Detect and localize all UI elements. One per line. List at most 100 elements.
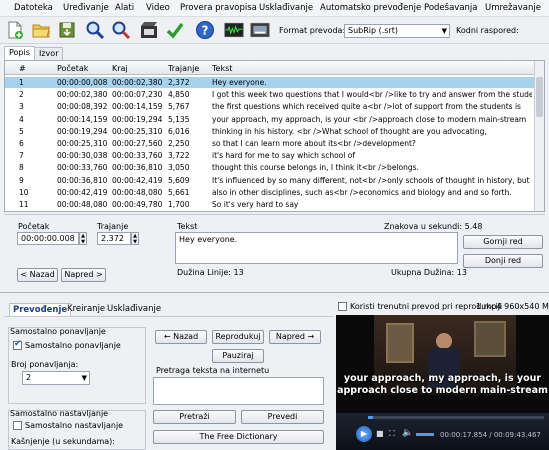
table-cell: 6,016 bbox=[168, 126, 190, 136]
waveform-icon[interactable] bbox=[222, 19, 246, 41]
lower-row-button[interactable]: Donji red bbox=[463, 254, 543, 268]
col-text[interactable]: Tekst bbox=[212, 64, 232, 73]
table-cell: 5,135 bbox=[168, 114, 190, 124]
menu-settings[interactable]: Podešavanja bbox=[424, 3, 477, 13]
use-current-checkbox[interactable] bbox=[338, 302, 347, 311]
new-file-icon[interactable] bbox=[4, 19, 26, 41]
grid-scrollbar[interactable] bbox=[534, 61, 544, 211]
web-search-label: Pretraga teksta na internetu bbox=[156, 366, 270, 375]
table-row[interactable]: 1 00:00:00,008 00:00:02,380 2,372 Hey everyo… bbox=[5, 77, 535, 88]
subtitle-grid[interactable]: # Početak Kraj Trajanje Tekst 1 00:00:00,… bbox=[4, 60, 545, 212]
start-label: Početak bbox=[18, 222, 50, 231]
table-cell: 00:00:19,294 bbox=[57, 126, 108, 136]
menu-tools[interactable]: Alati bbox=[115, 3, 134, 13]
table-cell: 00:00:42,419 bbox=[112, 175, 163, 185]
table-cell: So it's very hard to say bbox=[212, 200, 299, 209]
col-start[interactable]: Početak bbox=[57, 64, 88, 73]
repeat-count-label: Broj ponavljanja: bbox=[11, 360, 79, 369]
start-time-input[interactable]: 00:00:00.008 bbox=[17, 232, 79, 245]
translate-button[interactable]: Prevedi bbox=[241, 410, 324, 424]
table-row[interactable]: 5 00:00:19,294 00:00:25,310 6,016 thinking i… bbox=[5, 126, 535, 137]
table-cell: 1 bbox=[19, 78, 24, 87]
format-select[interactable]: SubRip (.srt) ▼ bbox=[344, 24, 450, 38]
table-cell: 00:00:42,419 bbox=[57, 187, 108, 197]
table-row[interactable]: 2 00:00:02,380 00:00:07,230 4,850 I got this… bbox=[5, 89, 535, 100]
continue-checkbox-label[interactable]: Samostalno nastavljanje bbox=[25, 421, 123, 430]
visual-sync-icon[interactable] bbox=[138, 19, 160, 41]
duration-input[interactable]: 2.372 bbox=[97, 232, 131, 245]
upper-row-button[interactable]: Gornji red bbox=[463, 235, 543, 249]
spell-check-icon[interactable] bbox=[164, 19, 186, 41]
continue-checkbox[interactable] bbox=[13, 421, 22, 430]
help-icon[interactable]: ? bbox=[194, 19, 216, 41]
play-icon[interactable]: ▶ bbox=[356, 426, 372, 442]
free-dictionary-button[interactable]: The Free Dictionary bbox=[153, 430, 324, 444]
repeat-count-select[interactable]: 2 ▼ bbox=[22, 371, 90, 385]
prev-button[interactable]: < Nazad bbox=[17, 268, 58, 282]
col-duration[interactable]: Trajanje bbox=[168, 64, 199, 73]
scrollbar-thumb[interactable] bbox=[536, 77, 543, 117]
duration-stepper[interactable]: ▲ ▼ bbox=[131, 232, 139, 245]
next-button[interactable]: Napred > bbox=[61, 268, 106, 282]
volume-slider[interactable] bbox=[416, 433, 434, 436]
tab-source[interactable]: Izvor bbox=[34, 47, 64, 60]
fullscreen-icon[interactable]: ⛶ bbox=[389, 429, 395, 439]
video-player[interactable]: your approach, my approach, is your appr… bbox=[336, 315, 549, 450]
table-row[interactable]: 4 00:00:14,159 00:00:19,294 5,135 your appro… bbox=[5, 114, 535, 125]
replace-icon[interactable] bbox=[110, 19, 132, 41]
repeat-checkbox[interactable] bbox=[13, 339, 22, 350]
tab-create[interactable]: Kreiranje bbox=[64, 303, 108, 316]
table-cell: 00:00:48,080 bbox=[57, 200, 108, 209]
subtitle-line-2: approach close to modern main-stream bbox=[337, 385, 548, 396]
pause-button[interactable]: Pauziraj bbox=[212, 349, 264, 363]
video-icon[interactable] bbox=[248, 19, 272, 41]
forward-button[interactable]: Napred → bbox=[269, 330, 321, 344]
table-row[interactable]: 10 00:00:42,419 00:00:48,080 5,661 also in o… bbox=[5, 187, 535, 198]
volume-icon[interactable]: 🔈 bbox=[402, 428, 413, 438]
table-cell: so that I can learn more about its<br />… bbox=[212, 139, 416, 148]
table-cell: I got this week two questions that I wou… bbox=[212, 90, 532, 100]
save-icon[interactable] bbox=[56, 19, 78, 41]
time-readout: 00:00:17.854 / 00:09:43.467 bbox=[440, 431, 541, 439]
grid-header: # Početak Kraj Trajanje Tekst bbox=[5, 61, 544, 75]
table-cell: 00:00:30,038 bbox=[57, 151, 108, 161]
find-icon[interactable] bbox=[84, 19, 106, 41]
open-folder-icon[interactable] bbox=[30, 19, 52, 41]
seek-bar[interactable] bbox=[368, 416, 544, 419]
search-button[interactable]: Pretraži bbox=[153, 410, 236, 424]
menu-edit[interactable]: Uređivanje bbox=[63, 3, 109, 13]
menu-auto-translate[interactable]: Automatsko prevođenje bbox=[320, 3, 421, 13]
web-search-input[interactable] bbox=[153, 377, 324, 405]
subtitle-text-area[interactable]: Hey everyone. bbox=[175, 232, 458, 264]
table-row[interactable]: 8 00:00:33,760 00:00:36,810 3,050 thought th… bbox=[5, 162, 535, 173]
repeat-checkbox-label[interactable]: Samostalno ponavljanje bbox=[25, 341, 121, 350]
tab-translate[interactable]: Prevođenje bbox=[9, 303, 72, 316]
table-cell: 3,722 bbox=[168, 151, 190, 161]
format-label: Format prevoda: bbox=[279, 26, 346, 35]
menu-spellcheck[interactable]: Provera pravopisa bbox=[180, 3, 257, 13]
play-button[interactable]: Reprodukuj bbox=[212, 330, 264, 344]
start-time-stepper[interactable]: ▲ ▼ bbox=[79, 232, 87, 245]
repeat-count-value: 2 bbox=[26, 373, 32, 382]
menu-video[interactable]: Video bbox=[146, 3, 170, 13]
table-cell: 3,050 bbox=[168, 163, 190, 173]
col-number[interactable]: # bbox=[19, 64, 26, 73]
table-row[interactable]: 7 00:00:30,038 00:00:33,760 3,722 it's hard … bbox=[5, 150, 535, 161]
menu-file[interactable]: Datoteka bbox=[14, 3, 53, 13]
col-end[interactable]: Kraj bbox=[112, 64, 128, 73]
painting-left bbox=[386, 323, 414, 363]
table-cell: 3 bbox=[19, 102, 24, 112]
table-cell: 7 bbox=[19, 151, 24, 161]
table-row[interactable]: 11 00:00:48,080 00:00:49,780 1,700 So it's v… bbox=[5, 199, 535, 210]
menu-networking[interactable]: Umrežavanje bbox=[485, 3, 541, 13]
table-cell: 00:00:14,159 bbox=[57, 114, 108, 124]
stop-icon[interactable]: ■ bbox=[376, 429, 384, 438]
table-row[interactable]: 6 00:00:25,310 00:00:27,560 2,250 so that I … bbox=[5, 138, 535, 149]
back-button[interactable]: ← Nazad bbox=[155, 330, 207, 344]
table-cell: 00:00:02,380 bbox=[112, 78, 163, 87]
menu-sync[interactable]: Usklađivanje bbox=[259, 3, 313, 13]
tab-adjust[interactable]: Usklađivanje bbox=[104, 303, 164, 316]
table-row[interactable]: 3 00:00:08,392 00:00:14,159 5,767 the first … bbox=[5, 101, 535, 112]
table-row[interactable]: 9 00:00:36,810 00:00:42,419 5,609 It's influ… bbox=[5, 175, 535, 186]
tab-list[interactable]: Popis bbox=[4, 46, 35, 60]
